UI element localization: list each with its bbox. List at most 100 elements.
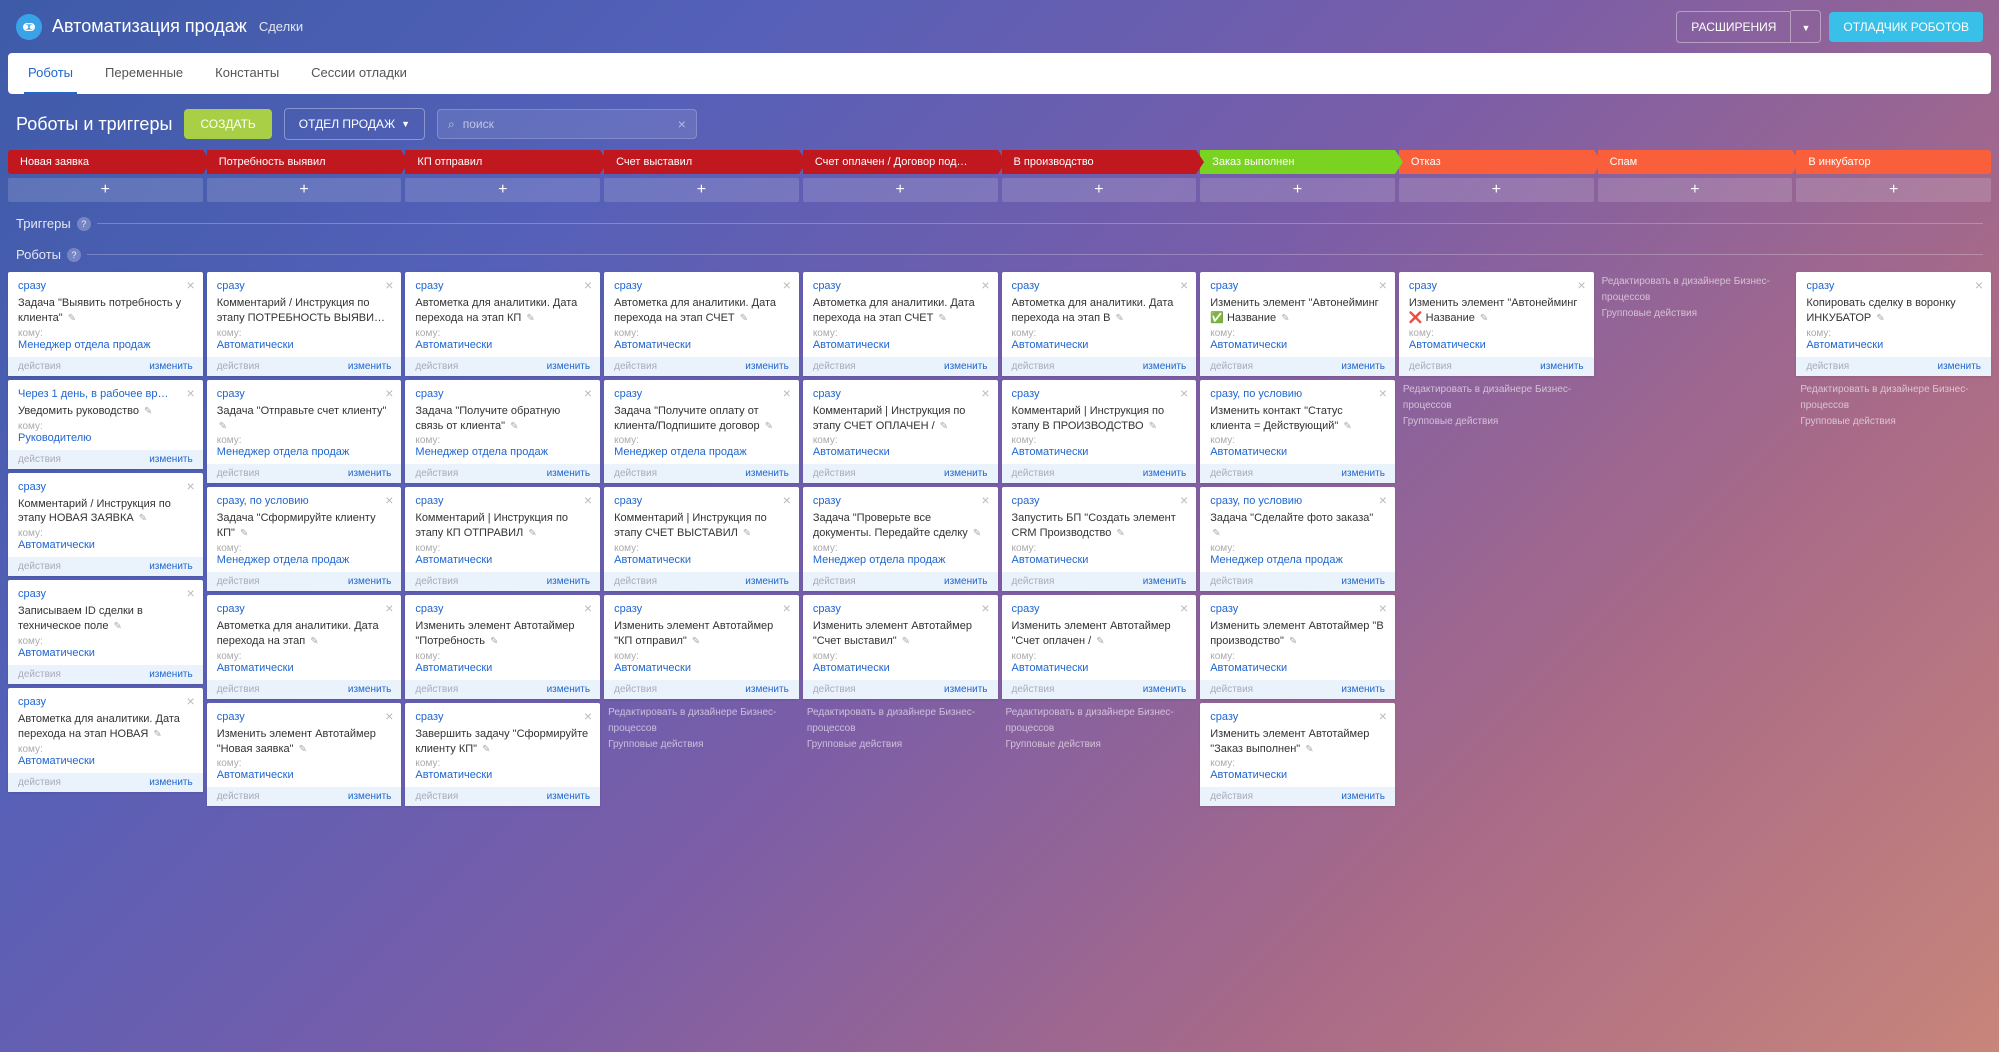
robot-when[interactable]: сразу, по условию	[1210, 495, 1385, 507]
robot-when[interactable]: сразу	[18, 588, 193, 600]
actions-label[interactable]: действия	[217, 361, 260, 372]
pencil-icon[interactable]: ✎	[526, 313, 534, 324]
stage-header[interactable]: Потребность выявил	[207, 150, 402, 174]
robot-card[interactable]: ×сразуИзменить элемент Автотаймер "В про…	[1200, 595, 1395, 699]
close-icon[interactable]: ×	[1577, 278, 1585, 292]
robot-to[interactable]: Автоматически	[217, 339, 392, 351]
edit-link[interactable]: изменить	[944, 361, 988, 372]
pencil-icon[interactable]: ✎	[1281, 313, 1289, 324]
pencil-icon[interactable]: ✎	[765, 421, 773, 432]
robot-when[interactable]: Через 1 день, в рабочее вр…	[18, 388, 193, 400]
robot-to[interactable]: Автоматически	[614, 339, 789, 351]
actions-label[interactable]: действия	[1806, 361, 1849, 372]
group-actions-link[interactable]: Групповые действия	[1602, 306, 1789, 322]
robot-to[interactable]: Автоматически	[1210, 446, 1385, 458]
actions-label[interactable]: действия	[217, 576, 260, 587]
edit-link[interactable]: изменить	[1341, 791, 1385, 802]
close-icon[interactable]: ×	[1379, 386, 1387, 400]
actions-label[interactable]: действия	[415, 468, 458, 479]
robot-card[interactable]: ×сразуКопировать сделку в воронку ИНКУБА…	[1796, 272, 1991, 376]
pencil-icon[interactable]: ✎	[528, 528, 536, 539]
edit-link[interactable]: изменить	[1341, 684, 1385, 695]
robot-to[interactable]: Автоматически	[18, 755, 193, 767]
robot-to[interactable]: Менеджер отдела продаж	[813, 554, 988, 566]
robot-when[interactable]: сразу	[415, 495, 590, 507]
robot-to[interactable]: Автоматически	[217, 662, 392, 674]
create-button[interactable]: СОЗДАТЬ	[184, 109, 271, 139]
edit-link[interactable]: изменить	[348, 361, 392, 372]
edit-link[interactable]: изменить	[1540, 361, 1584, 372]
actions-label[interactable]: действия	[1210, 791, 1253, 802]
edit-link[interactable]: изменить	[745, 468, 789, 479]
actions-label[interactable]: действия	[415, 791, 458, 802]
robot-to[interactable]: Автоматически	[813, 339, 988, 351]
robot-to[interactable]: Автоматически	[614, 554, 789, 566]
robot-when[interactable]: сразу	[415, 388, 590, 400]
robot-card[interactable]: ×сразуЗадача "Получите оплату от клиента…	[604, 380, 799, 484]
pencil-icon[interactable]: ✎	[902, 636, 910, 647]
stage-header[interactable]: Спам	[1598, 150, 1793, 174]
actions-label[interactable]: действия	[1210, 684, 1253, 695]
add-robot-button[interactable]: +	[1598, 178, 1793, 202]
robot-when[interactable]: сразу	[415, 280, 590, 292]
close-icon[interactable]: ×	[981, 386, 989, 400]
robot-to[interactable]: Автоматически	[1012, 554, 1187, 566]
tab-3[interactable]: Сессии отладки	[307, 53, 411, 94]
robot-card[interactable]: ×сразуИзменить элемент Автотаймер "Новая…	[207, 703, 402, 807]
robot-when[interactable]: сразу	[217, 280, 392, 292]
robot-to[interactable]: Автоматически	[1806, 339, 1981, 351]
edit-link[interactable]: изменить	[1341, 576, 1385, 587]
search-input[interactable]	[463, 117, 678, 131]
robot-card[interactable]: ×сразуКомментарий | Инструкция по этапу …	[803, 380, 998, 484]
edit-link[interactable]: изменить	[1143, 576, 1187, 587]
robot-when[interactable]: сразу	[813, 388, 988, 400]
robot-card[interactable]: ×сразуАвтометка для аналитики. Дата пере…	[604, 272, 799, 376]
edit-bp-link[interactable]: Редактировать в дизайнере Бизнес-процесс…	[1800, 382, 1987, 414]
add-robot-button[interactable]: +	[405, 178, 600, 202]
robot-when[interactable]: сразу	[1210, 280, 1385, 292]
pencil-icon[interactable]: ✎	[482, 744, 490, 755]
edit-link[interactable]: изменить	[149, 454, 193, 465]
robot-card[interactable]: ×сразуИзменить элемент Автотаймер "Заказ…	[1200, 703, 1395, 807]
actions-label[interactable]: действия	[415, 576, 458, 587]
actions-label[interactable]: действия	[217, 468, 260, 479]
robot-to[interactable]: Автоматически	[18, 647, 193, 659]
pencil-icon[interactable]: ✎	[940, 421, 948, 432]
add-robot-button[interactable]: +	[803, 178, 998, 202]
pencil-icon[interactable]: ✎	[153, 729, 161, 740]
help-icon[interactable]: ?	[77, 217, 91, 231]
actions-label[interactable]: действия	[1012, 576, 1055, 587]
robot-card[interactable]: ×сразуИзменить элемент "Автонейминг ❌ На…	[1399, 272, 1594, 376]
close-icon[interactable]: ×	[385, 386, 393, 400]
actions-label[interactable]: действия	[614, 468, 657, 479]
robot-card[interactable]: ×сразуАвтометка для аналитики. Дата пере…	[803, 272, 998, 376]
add-robot-button[interactable]: +	[1796, 178, 1991, 202]
pencil-icon[interactable]: ✎	[510, 421, 518, 432]
pencil-icon[interactable]: ✎	[144, 406, 152, 417]
edit-link[interactable]: изменить	[1341, 468, 1385, 479]
pencil-icon[interactable]: ✎	[1305, 744, 1313, 755]
edit-bp-link[interactable]: Редактировать в дизайнере Бизнес-процесс…	[1403, 382, 1590, 414]
robot-when[interactable]: сразу	[18, 280, 193, 292]
close-icon[interactable]: ×	[584, 386, 592, 400]
close-icon[interactable]: ×	[783, 601, 791, 615]
actions-label[interactable]: действия	[614, 684, 657, 695]
robot-when[interactable]: сразу	[1012, 603, 1187, 615]
edit-link[interactable]: изменить	[944, 468, 988, 479]
actions-label[interactable]: действия	[813, 576, 856, 587]
edit-link[interactable]: изменить	[149, 777, 193, 788]
edit-link[interactable]: изменить	[1938, 361, 1982, 372]
edit-link[interactable]: изменить	[745, 361, 789, 372]
actions-label[interactable]: действия	[813, 684, 856, 695]
robot-card[interactable]: ×сразуКомментарий | Инструкция по этапу …	[604, 487, 799, 591]
edit-link[interactable]: изменить	[547, 361, 591, 372]
robot-to[interactable]: Автоматически	[415, 662, 590, 674]
pencil-icon[interactable]: ✎	[1149, 421, 1157, 432]
robot-when[interactable]: сразу	[1012, 280, 1187, 292]
robot-card[interactable]: ×сразуКомментарий / Инструкция по этапу …	[207, 272, 402, 376]
edit-link[interactable]: изменить	[1341, 361, 1385, 372]
edit-link[interactable]: изменить	[944, 684, 988, 695]
robot-to[interactable]: Автоматически	[415, 769, 590, 781]
robot-card[interactable]: ×сразуКомментарий | Инструкция по этапу …	[405, 487, 600, 591]
close-icon[interactable]: ×	[1379, 493, 1387, 507]
